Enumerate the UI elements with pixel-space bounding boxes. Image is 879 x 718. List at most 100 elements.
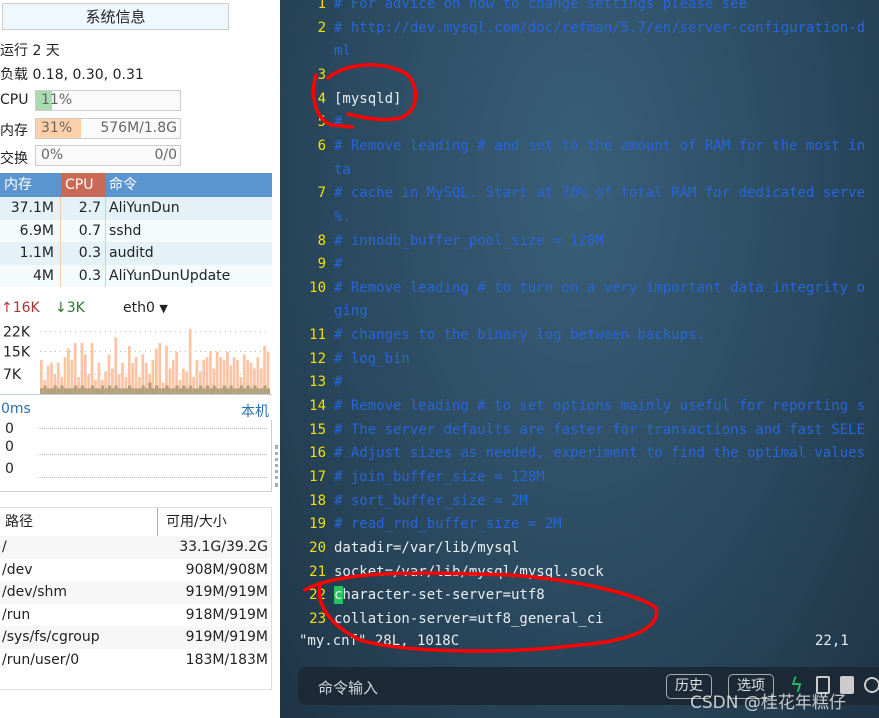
load-average: 负载 0.18, 0.30, 0.31 [0,67,144,83]
code-line: collation-server=utf8_general_ci [334,610,604,627]
ping-tick: 0 [5,421,14,437]
disk-table-header: 路径 可用/大小 [0,508,271,536]
upload-bar [226,351,229,394]
gridline [38,428,267,429]
download-bar [73,385,78,394]
download-value: 3K [66,300,85,316]
code-line: # http://dev.mysql.com/doc/refman/5.7/en… [334,19,866,36]
download-bar [229,385,233,394]
col-path[interactable]: 路径 [0,508,158,536]
code-line: # Remove leading # to turn on a very imp… [334,279,866,296]
process-row[interactable]: 6.9M 0.7 sshd [0,219,272,242]
upload-bar [188,328,192,394]
disk-usage: 919M/919M [185,584,268,600]
line-number: 7 [317,185,326,202]
code-line: # log_bin [334,350,410,367]
process-row[interactable]: 1.1M 0.3 auditd [0,242,272,265]
ping-chart: 0 0 0 [0,420,272,492]
disk-row[interactable]: / 33.1G/39.2G [0,536,271,559]
download-bar [198,385,203,394]
system-info-button[interactable]: 系统信息 [2,3,229,30]
command-input[interactable]: 命令输入 [318,677,378,698]
upload-bar [266,351,270,394]
download-bar [151,388,155,394]
line-number: 10 [309,279,326,296]
code-line: # [334,256,343,273]
col-cpu[interactable]: CPU [61,173,106,197]
interface-select[interactable]: eth0 ▼ [123,300,168,316]
process-row[interactable]: 37.1M 2.7 AliYunDun [0,197,272,220]
code-line: # innodb_buffer_pool_size = 128M [334,232,604,249]
col-command[interactable]: 命令 [106,173,137,197]
vim-status-file: "my.cnf" 28L, 1018C [299,633,460,649]
memory-label: 内存 [0,123,28,139]
download-bar [144,388,149,394]
col-available-size[interactable]: 可用/大小 [158,508,271,536]
disk-row[interactable]: /dev 908M/908M [0,559,271,582]
download-rate: ↓3K [55,300,85,316]
download-bar [87,388,91,394]
code-line: # The server defaults are faster for tra… [334,421,866,438]
system-info-panel: 系统信息 运行 2 天 负载 0.18, 0.30, 0.31 CPU 11% … [0,0,280,718]
process-memory: 37.1M [0,197,61,220]
line-number: 21 [309,563,326,580]
download-bar [242,388,247,394]
process-row[interactable]: 4M 0.3 AliYunDunUpdate [0,264,272,287]
code-line: # join_buffer_size = 128M [334,469,545,485]
code-line: [mysqld] [334,90,402,107]
disk-row[interactable]: /run/user/0 183M/183M [0,649,271,672]
download-bar [239,385,243,394]
upload-value: 16K [12,300,40,316]
process-memory: 6.9M [0,219,61,242]
disk-row[interactable]: /dev/shm 919M/919M [0,581,271,604]
download-bar [50,388,54,394]
search-icon[interactable] [864,677,879,693]
resize-handle[interactable] [275,445,278,487]
download-bar [80,385,84,394]
download-bar [124,388,128,394]
vim-cursor-position: 22,1 [815,633,849,649]
download-bar [60,385,64,394]
watermark: CSDN @桂花年糕仔 [690,693,846,713]
interface-name: eth0 [123,300,155,316]
download-bar [83,388,88,394]
swap-bar: 0% 0/0 [35,145,181,166]
download-bar [165,385,169,394]
line-number: 11 [309,327,326,344]
process-cpu: 0.3 [61,264,106,287]
process-command: sshd [109,222,142,239]
swap-label: 交换 [0,151,28,167]
terminal-vim-editor[interactable]: 1 # For advice on how to change settings … [280,0,879,718]
upload-bar [215,351,219,394]
download-bar [131,388,135,394]
download-bar [161,388,166,394]
code-line: ta [334,161,351,178]
download-bar [117,388,122,394]
line-number: 8 [317,232,326,249]
code-line: # changes to the binary log between back… [334,327,705,344]
disk-row[interactable]: /sys/fs/cgroup 919M/919M [0,626,271,649]
download-bar [77,388,81,394]
download-bar [209,388,213,394]
ping-host[interactable]: 本机 [241,401,269,421]
ping-latency: 0ms [1,401,31,417]
code-line: datadir=/var/lib/mysql [334,539,520,556]
download-bar [185,388,189,394]
code-line: %. [334,208,351,225]
disk-usage: 908M/908M [185,561,268,578]
code-line: # read_rnd_buffer_size = 2M [334,516,562,533]
memory-usage: 576M/1.8G [100,120,177,136]
line-number: 4 [317,90,326,107]
download-bar [226,388,230,394]
code-line: # Adjust sizes as needed, experiment to … [334,445,866,462]
line-number: 9 [317,256,326,273]
code-line: ging [334,303,368,320]
col-memory[interactable]: 内存 [0,173,61,197]
process-cpu: 0.3 [61,242,106,265]
code-line: # Remove leading # and set to the amount… [334,137,866,154]
disk-row[interactable]: /run 918M/919M [0,604,271,627]
download-bar [263,385,267,394]
download-bar [141,385,145,394]
disk-path: /dev/shm [2,584,68,600]
download-bar [259,388,264,394]
